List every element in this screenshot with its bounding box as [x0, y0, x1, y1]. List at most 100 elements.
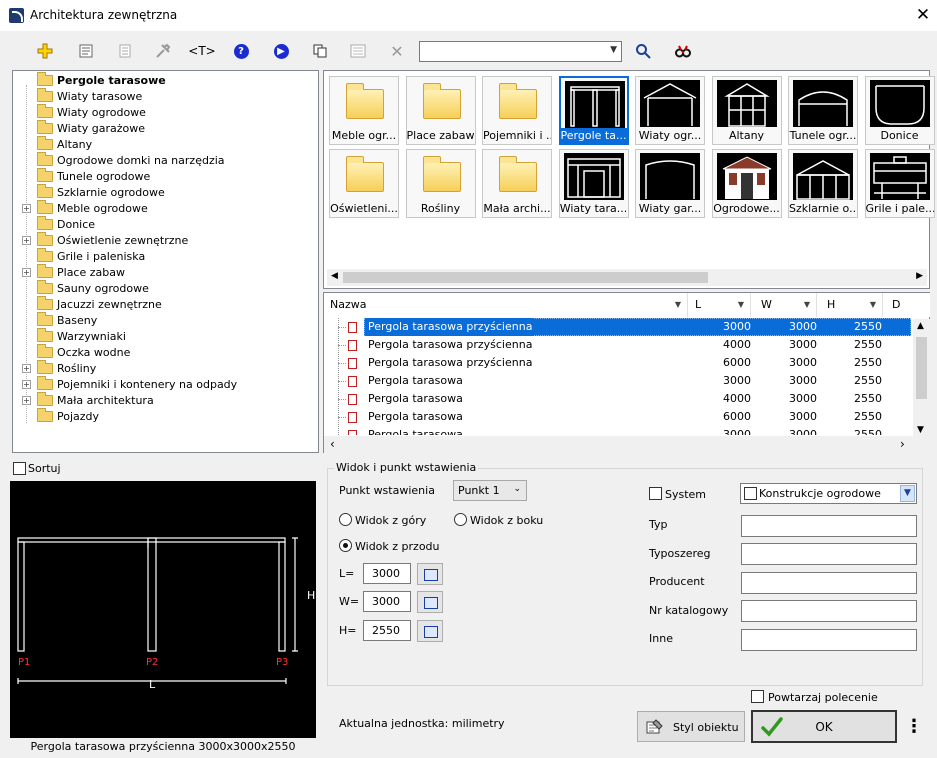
table-row[interactable]: Pergola tarasowa 4000 3000 2550	[324, 390, 914, 408]
gallery-tile[interactable]: Pergole ta...	[558, 76, 629, 145]
search-icon[interactable]	[632, 40, 654, 62]
parameters-table[interactable]: Nazwa ▼ L ▼ W ▼ H ▼ D Pergola tarasowa przyś…	[323, 292, 930, 453]
system-select-checkbox[interactable]	[744, 487, 757, 500]
gallery-tile[interactable]: Place zabaw	[405, 76, 476, 145]
scroll-down-icon[interactable]: ▼	[917, 425, 924, 435]
expand-icon[interactable]: +	[22, 363, 31, 373]
column-header-l[interactable]: L ▼	[689, 293, 751, 317]
table-horizontal-scrollbar[interactable]: ‹ ›	[324, 436, 930, 453]
l-pick-icon[interactable]	[417, 563, 443, 585]
expand-icon[interactable]: +	[22, 267, 31, 277]
view-front-radio[interactable]	[339, 539, 352, 552]
producent-field[interactable]	[741, 572, 917, 594]
inne-field[interactable]	[741, 629, 917, 651]
scroll-left-icon[interactable]: ◀	[331, 271, 338, 281]
w-input[interactable]: 3000	[363, 591, 411, 612]
view-top-radio[interactable]	[339, 513, 352, 526]
tree-connector	[338, 363, 346, 364]
gallery-tile[interactable]: Wiaty tara...	[558, 149, 629, 218]
scroll-right-icon[interactable]: ▶	[916, 271, 923, 281]
table-row[interactable]: Pergola tarasowa przyścienna 3000 3000 2550	[324, 318, 914, 336]
sort-checkbox[interactable]	[13, 462, 26, 475]
insert-point-value: Punkt 1	[458, 484, 500, 497]
gallery-tile[interactable]: Szklarnie o...	[788, 149, 858, 218]
gallery-tile-label: Wiaty tara...	[559, 202, 628, 215]
expand-icon[interactable]: +	[22, 235, 31, 245]
column-header-name[interactable]: Nazwa ▼	[324, 293, 688, 317]
chevron-down-icon[interactable]: ▼	[675, 293, 681, 317]
typoszereg-field[interactable]	[741, 543, 917, 565]
h-input[interactable]: 2550	[363, 620, 411, 641]
insert-point-select[interactable]: Punkt 1 ⌄	[453, 480, 527, 501]
l-input[interactable]: 3000	[363, 563, 411, 584]
paste-icon[interactable]	[347, 40, 369, 62]
column-header-h[interactable]: H ▼	[821, 293, 883, 317]
gallery-tile[interactable]: Rośliny	[405, 149, 476, 218]
more-options-icon[interactable]: ⋮	[904, 712, 924, 742]
folder-icon	[37, 200, 53, 214]
gallery-tile[interactable]: Grile i pale...	[864, 149, 935, 218]
gallery-tile[interactable]: Meble ogr...	[329, 76, 399, 145]
gallery-tile[interactable]: Wiaty gar...	[635, 149, 705, 218]
nr-katalogowy-field[interactable]	[741, 600, 917, 622]
tree-connector	[338, 345, 346, 346]
help-icon[interactable]: ?	[230, 40, 252, 62]
gallery-tile[interactable]: Donice	[864, 76, 935, 145]
expand-icon[interactable]: +	[22, 395, 31, 405]
gallery-tile[interactable]: Tunele ogr...	[788, 76, 858, 145]
properties-icon[interactable]	[75, 40, 97, 62]
insert-point-label: Punkt wstawienia	[339, 484, 435, 497]
system-checkbox[interactable]	[649, 487, 662, 500]
w-pick-icon[interactable]	[417, 591, 443, 613]
gallery-tile[interactable]: Mała archi...	[482, 149, 552, 218]
copy-icon[interactable]	[309, 40, 331, 62]
column-header-w[interactable]: W ▼	[755, 293, 817, 317]
gallery-tile[interactable]: Ogrodowe...	[711, 149, 782, 218]
table-row[interactable]: Pergola tarasowa 6000 3000 2550	[324, 408, 914, 426]
table-vertical-scrollbar[interactable]: ▲ ▼	[913, 319, 930, 437]
close-icon[interactable]: ✕	[912, 4, 934, 26]
system-select[interactable]: Konstrukcje ogrodowe ▼	[740, 483, 917, 504]
repeat-checkbox[interactable]	[751, 690, 764, 703]
table-row[interactable]: Pergola tarasowa przyścienna 6000 3000 2550	[324, 354, 914, 372]
chevron-down-icon[interactable]: ▼	[738, 293, 744, 317]
scroll-right-icon[interactable]: ›	[900, 437, 905, 451]
table-row[interactable]: Pergola tarasowa 3000 3000 2550	[324, 372, 914, 390]
chevron-down-icon[interactable]: ▼	[804, 293, 810, 317]
chevron-down-icon[interactable]: ▼	[900, 485, 915, 502]
table-row[interactable]: Pergola tarasowa przyścienna 4000 3000 2550	[324, 336, 914, 354]
scroll-up-icon[interactable]: ▲	[917, 321, 924, 331]
chevron-down-icon[interactable]: ▼	[870, 293, 876, 317]
gallery-horizontal-scrollbar[interactable]: ◀ ▶	[327, 269, 927, 286]
gallery-tile[interactable]: Oświetleni...	[329, 149, 399, 218]
search-combo[interactable]: ▼	[419, 41, 622, 62]
tools-icon[interactable]	[152, 40, 174, 62]
expand-icon[interactable]: +	[22, 203, 31, 213]
add-icon[interactable]	[34, 40, 56, 62]
column-header-d[interactable]: D	[886, 293, 930, 317]
gallery-tile[interactable]: Wiaty ogr...	[635, 76, 705, 145]
row-l-value: 4000	[723, 338, 751, 351]
scroll-thumb[interactable]	[916, 337, 927, 399]
thumbnail-gallery[interactable]: Meble ogr... Place zabaw Pojemniki i ... Pe…	[323, 70, 935, 289]
gallery-tile[interactable]: Altany	[711, 76, 782, 145]
delete-icon[interactable]: ✕	[386, 40, 408, 62]
tree-item-label: Wiaty ogrodowe	[57, 105, 146, 119]
table-row[interactable]: Pergola tarasowa 3000 3000 2550	[324, 426, 914, 435]
scroll-left-icon[interactable]: ‹	[330, 437, 335, 451]
scroll-thumb[interactable]	[343, 272, 708, 283]
gallery-tile[interactable]: Pojemniki i ...	[482, 76, 552, 145]
expand-icon[interactable]: +	[22, 379, 31, 389]
category-tree[interactable]: Pergole tarasowe Wiaty tarasowe Wiaty ogro…	[12, 70, 319, 453]
text-icon[interactable]: <T>	[188, 40, 215, 62]
h-pick-icon[interactable]	[417, 620, 443, 642]
ok-button[interactable]: OK	[751, 710, 897, 743]
gallery-tile-label: Ogrodowe...	[713, 202, 780, 215]
find-icon[interactable]	[672, 40, 694, 62]
object-style-button[interactable]: Styl obiektu	[637, 711, 745, 742]
view-side-radio[interactable]	[454, 513, 467, 526]
play-icon[interactable]: ▶	[270, 40, 292, 62]
list-icon[interactable]	[114, 40, 136, 62]
tree-item-label: Oświetlenie zewnętrzne	[57, 233, 189, 247]
typ-field[interactable]	[741, 515, 917, 537]
